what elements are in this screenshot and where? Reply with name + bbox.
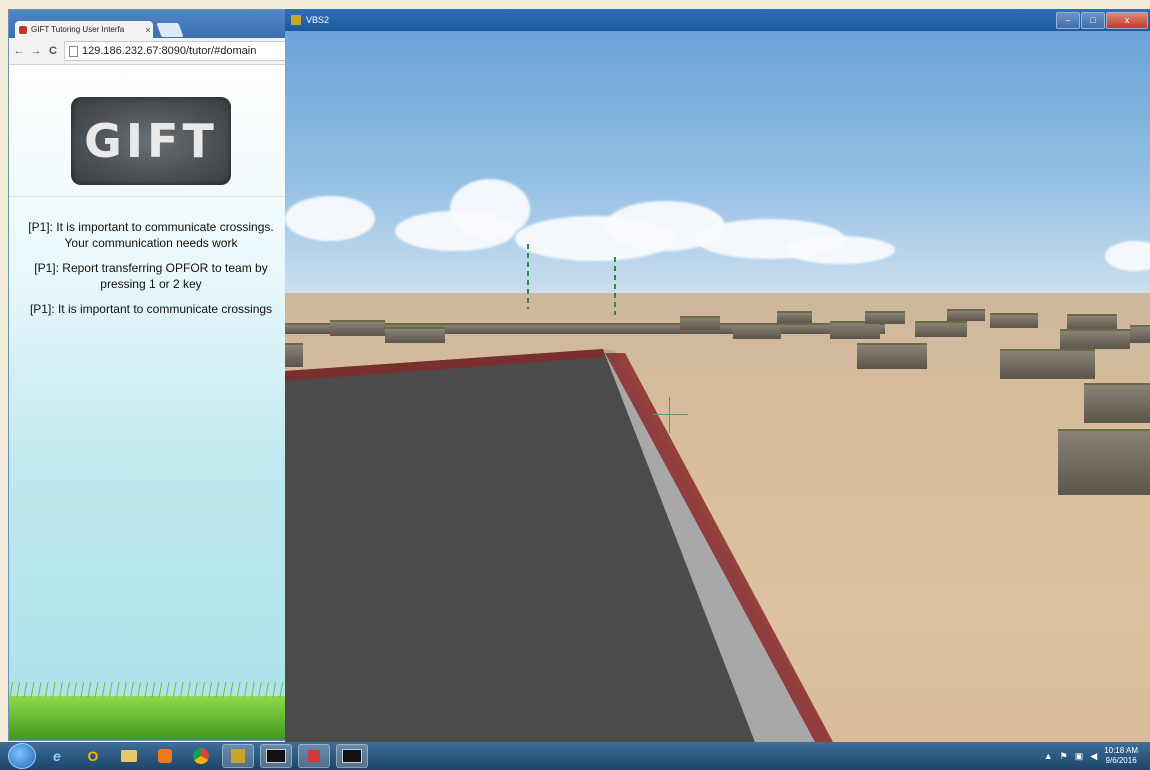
browser-tab[interactable]: GIFT Tutoring User Interfa ×: [15, 21, 153, 38]
console-icon[interactable]: [260, 744, 292, 768]
vbs2-window: VBS2 – □ x: [285, 9, 1150, 742]
network-icon[interactable]: ▣: [1075, 751, 1084, 762]
gift-logo: GIFT: [71, 97, 231, 185]
tab-close-icon[interactable]: ×: [143, 25, 153, 35]
feedback-message: [P1]: It is important to communicate cro…: [28, 220, 274, 250]
gift-taskbar-icon[interactable]: [298, 744, 330, 768]
volume-icon[interactable]: ◀: [1090, 751, 1097, 762]
vbs2-titlebar[interactable]: VBS2 – □ x: [285, 9, 1150, 31]
forward-button[interactable]: →: [30, 45, 42, 57]
gift-favicon-icon: [19, 25, 27, 34]
tab-title: GIFT Tutoring User Interfa: [31, 25, 125, 34]
vbs2-taskbar-icon[interactable]: [222, 744, 254, 768]
file-explorer-icon[interactable]: [114, 745, 144, 767]
internet-explorer-icon[interactable]: e: [42, 745, 72, 767]
back-button[interactable]: ←: [13, 45, 25, 57]
start-button[interactable]: [8, 743, 36, 769]
divider: [9, 196, 291, 197]
show-hidden-icons-icon[interactable]: ▲: [1044, 751, 1053, 761]
grass-decoration: [9, 682, 291, 740]
feedback-message: [P1]: It is important to communicate cro…: [29, 302, 273, 316]
logo-text: GIFT: [84, 114, 218, 168]
new-tab-button[interactable]: [156, 23, 184, 37]
clock-date: 9/6/2016: [1105, 756, 1137, 765]
vbs2-app-icon: [291, 15, 301, 25]
close-button[interactable]: x: [1106, 11, 1148, 29]
minimize-button[interactable]: –: [1056, 11, 1080, 29]
address-bar[interactable]: 129.186.232.67:8090/tutor/#domain: [64, 41, 287, 61]
system-tray: ▲ ⚑ ▣ ◀ 10:18 AM 9/6/2016: [1044, 746, 1150, 766]
taskbar: e O ▲ ⚑ ▣ ◀ 10:18 AM 9/6/2016: [0, 742, 1150, 770]
clock-time: 10:18 AM: [1104, 746, 1138, 755]
game-viewport[interactable]: [285, 31, 1150, 742]
feedback-list: [P1]: It is important to communicate cro…: [15, 219, 287, 326]
opera-icon[interactable]: O: [78, 745, 108, 767]
console-icon[interactable]: [336, 744, 368, 768]
window-title: VBS2: [306, 15, 330, 25]
address-text: 129.186.232.67:8090/tutor/#domain: [82, 45, 257, 57]
crosshair-icon: [669, 397, 670, 433]
reload-button[interactable]: C: [47, 45, 59, 57]
tab-strip: GIFT Tutoring User Interfa ×: [9, 10, 291, 38]
page-icon: [69, 45, 78, 57]
rooftop: [285, 349, 833, 742]
media-player-icon[interactable]: [150, 745, 180, 767]
clock[interactable]: 10:18 AM 9/6/2016: [1104, 746, 1138, 766]
browser-toolbar: ← → C 129.186.232.67:8090/tutor/#domain: [9, 38, 291, 65]
maximize-button[interactable]: □: [1081, 11, 1105, 29]
tutor-panel: GIFT [P1]: It is important to communicat…: [9, 65, 291, 740]
browser-window: GIFT Tutoring User Interfa × ← → C 129.1…: [8, 9, 292, 741]
flag-icon[interactable]: ⚑: [1060, 751, 1068, 762]
chrome-icon[interactable]: [186, 745, 216, 767]
feedback-message: [P1]: Report transferring OPFOR to team …: [34, 261, 268, 291]
